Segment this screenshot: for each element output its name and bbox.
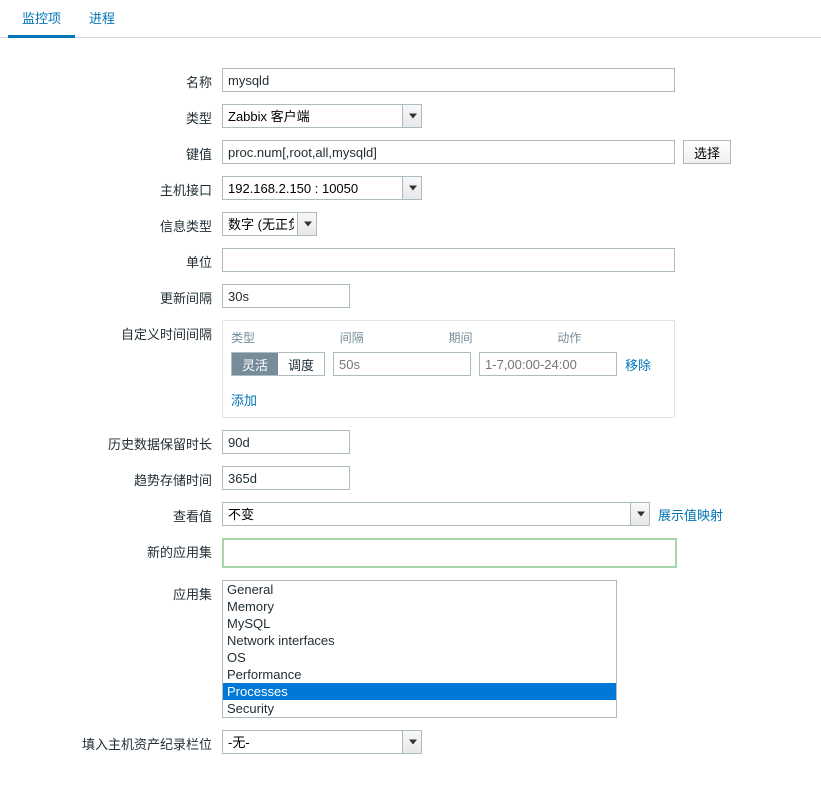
list-item[interactable]: Performance [223,666,616,683]
label-key: 键值 [10,140,222,163]
label-type: 类型 [10,104,222,127]
interval-remove-link[interactable]: 移除 [625,355,651,374]
label-new-application: 新的应用集 [10,538,222,561]
new-application-input[interactable] [227,543,672,563]
label-info-type: 信息类型 [10,212,222,235]
name-input[interactable] [222,68,675,92]
applications-listbox[interactable]: GeneralMemoryMySQLNetwork interfacesOSPe… [222,580,617,718]
list-item[interactable]: OS [223,649,616,666]
history-storage-input[interactable] [222,430,350,454]
list-item[interactable]: MySQL [223,615,616,632]
list-item[interactable]: Processes [223,683,616,700]
inventory-select[interactable]: -无- [222,730,422,754]
list-item[interactable]: Memory [223,598,616,615]
label-name: 名称 [10,68,222,91]
tab-process[interactable]: 进程 [75,0,129,37]
list-item[interactable]: Network interfaces [223,632,616,649]
label-trend-storage: 趋势存储时间 [10,466,222,489]
interval-head-interval: 间隔 [340,329,449,346]
key-input[interactable] [222,140,675,164]
label-show-value: 查看值 [10,502,222,525]
type-select[interactable]: Zabbix 客户端 [222,104,422,128]
info-type-select[interactable]: 数字 (无正负) [222,212,317,236]
trend-storage-input[interactable] [222,466,350,490]
label-history-storage: 历史数据保留时长 [10,430,222,453]
interval-head-type[interactable]: 类型 [231,329,340,346]
new-application-highlight [222,538,677,568]
tab-item[interactable]: 监控项 [8,0,75,38]
interval-head-period: 期间 [449,329,558,346]
item-form: 名称 类型 Zabbix 客户端 键值 选择 主机接口 192.168 [0,38,821,786]
label-host-interface: 主机接口 [10,176,222,199]
toggle-scheduling[interactable]: 调度 [278,353,324,375]
select-button[interactable]: 选择 [683,140,731,164]
interval-type-toggle: 灵活 调度 [231,352,325,376]
tabs-bar: 监控项 进程 [0,0,821,38]
interval-period-input[interactable] [479,352,617,376]
toggle-flexible[interactable]: 灵活 [232,353,278,375]
show-value-mappings-link[interactable]: 展示值映射 [658,505,723,524]
units-input[interactable] [222,248,675,272]
interval-delay-input[interactable] [333,352,471,376]
list-item[interactable]: General [223,581,616,598]
label-units: 单位 [10,248,222,271]
show-value-select[interactable]: 不变 [222,502,650,526]
interval-head-action: 动作 [557,329,666,346]
list-item[interactable]: Security [223,700,616,717]
list-item[interactable]: Status [223,717,616,718]
interval-add-link[interactable]: 添加 [231,393,257,408]
label-update-interval: 更新间隔 [10,284,222,307]
label-inventory: 填入主机资产纪录栏位 [10,730,222,753]
host-interface-select[interactable]: 192.168.2.150 : 10050 [222,176,422,200]
label-applications: 应用集 [10,580,222,603]
label-custom-intervals: 自定义时间间隔 [10,320,222,343]
custom-intervals-box: 类型 间隔 期间 动作 灵活 调度 移除 添加 [222,320,675,418]
update-interval-input[interactable] [222,284,350,308]
